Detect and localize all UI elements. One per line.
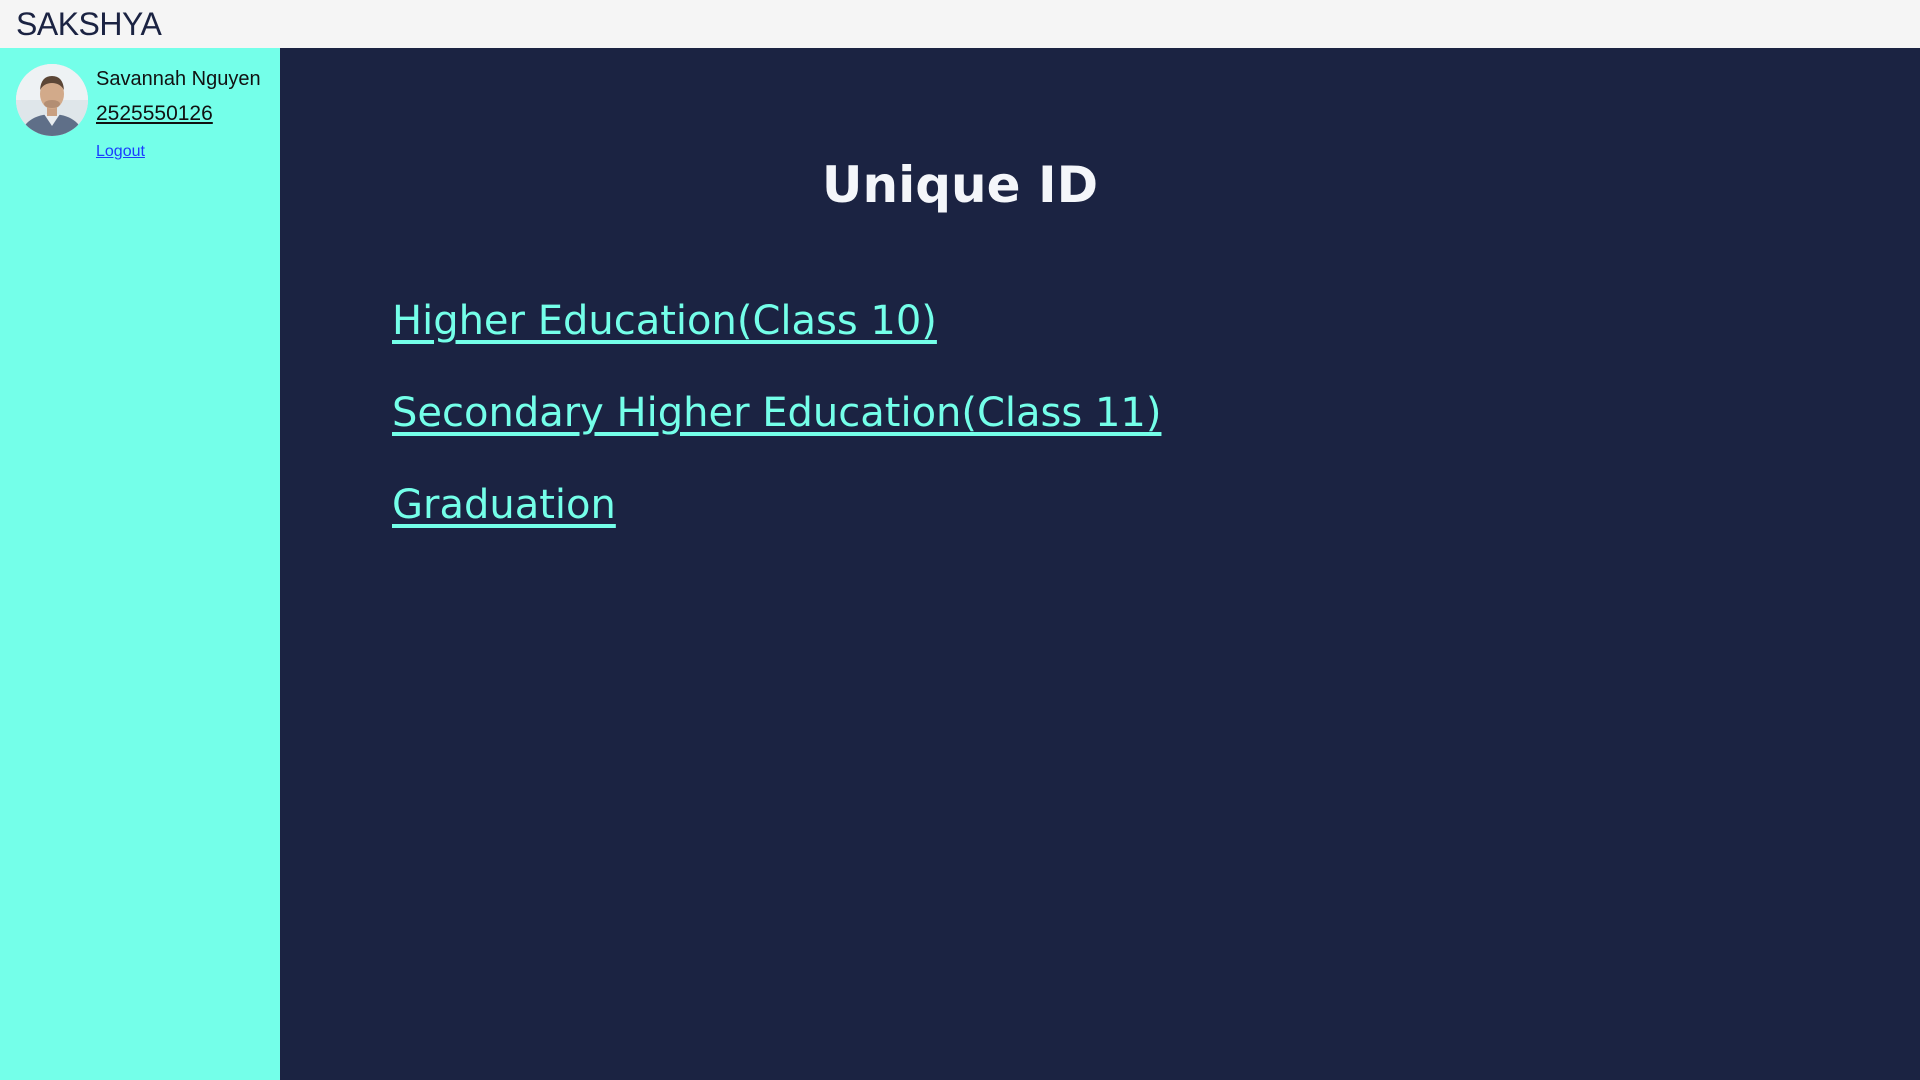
user-name: Savannah Nguyen <box>96 68 261 90</box>
link-higher-education[interactable]: Higher Education(Class 10) <box>392 298 937 344</box>
user-avatar <box>16 64 88 136</box>
link-graduation[interactable]: Graduation <box>392 482 616 528</box>
top-bar: SAKSHYA <box>0 0 1920 48</box>
app-brand: SAKSHYA <box>16 6 162 42</box>
main-content: Unique ID Higher Education(Class 10) Sec… <box>280 48 1920 1080</box>
page-title: Unique ID <box>821 156 1099 214</box>
user-phone[interactable]: 2525550126 <box>96 102 213 126</box>
sidebar: Savannah Nguyen 2525550126 Logout <box>0 48 280 1080</box>
user-avatar-photo-icon <box>16 64 88 136</box>
logout-link[interactable]: Logout <box>96 143 145 161</box>
link-secondary-higher-education[interactable]: Secondary Higher Education(Class 11) <box>392 390 1161 436</box>
